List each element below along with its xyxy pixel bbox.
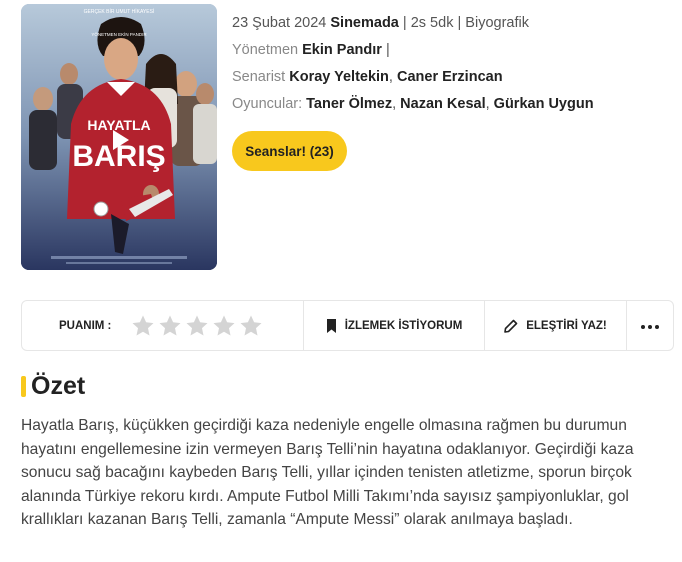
genre[interactable]: Biyografik <box>465 15 529 31</box>
more-dots-icon <box>641 320 659 332</box>
review-label: ELEŞTİRİ YAZ! <box>526 319 607 332</box>
cast-name[interactable]: Gürkan Uygun <box>494 96 594 112</box>
watchlist-button[interactable]: İZLEMEK İSTİYORUM <box>304 301 485 350</box>
star-icon[interactable] <box>131 314 155 338</box>
writer-name[interactable]: Caner Erzincan <box>397 69 503 85</box>
movie-info: 23 Şubat 2024 Sinemada | 2s 5dk | Biyogr… <box>232 10 594 118</box>
director-label: Yönetmen <box>232 42 299 58</box>
summary-text: Hayatla Barış, küçükken geçirdiği kaza n… <box>21 417 634 529</box>
cast-label: Oyuncular: <box>232 96 303 112</box>
status-label[interactable]: Sinemada <box>330 15 399 31</box>
rating-stars <box>131 314 263 338</box>
write-review-button[interactable]: ELEŞTİRİ YAZ! <box>485 301 627 350</box>
summary-heading: Özet <box>21 372 85 401</box>
meta-line: 23 Şubat 2024 Sinemada | 2s 5dk | Biyogr… <box>232 15 529 31</box>
star-icon[interactable] <box>158 314 182 338</box>
star-icon[interactable] <box>239 314 263 338</box>
watchlist-label: İZLEMEK İSTİYORUM <box>344 319 463 332</box>
rating-label: PUANIM : <box>59 319 112 332</box>
cast-name[interactable]: Taner Ölmez <box>306 96 392 112</box>
pencil-icon <box>504 319 518 333</box>
star-icon[interactable] <box>212 314 236 338</box>
cast-line: Oyuncular: Taner Ölmez, Nazan Kesal, Gür… <box>232 96 594 112</box>
more-options-button[interactable] <box>627 301 673 350</box>
poster-title-line1: HAYATLA <box>87 117 150 133</box>
sessions-button[interactable]: Seanslar! (23) <box>232 131 347 171</box>
duration: 2s 5dk <box>410 15 454 31</box>
rating-section: PUANIM : <box>22 301 304 350</box>
action-bar: PUANIM : İZLEMEK İSTİYORUM ELEŞTİRİ YAZ! <box>21 300 674 351</box>
writer-line: Senarist Koray Yeltekin, Caner Erzincan <box>232 69 503 85</box>
star-icon[interactable] <box>185 314 209 338</box>
writer-label: Senarist <box>232 69 286 85</box>
director-line: Yönetmen Ekin Pandır | <box>232 42 390 58</box>
movie-poster[interactable]: HAYATLA BARIŞ GERÇEK BİR UMUT HİKAYESİ Y… <box>21 4 217 270</box>
poster-director-credit: YÖNETMEN EKİN PANDIR <box>91 31 147 37</box>
writer-name[interactable]: Koray Yeltekin <box>289 69 389 85</box>
cast-name[interactable]: Nazan Kesal <box>400 96 485 112</box>
summary-title: Özet <box>31 372 86 400</box>
bookmark-icon <box>326 318 337 333</box>
release-date: 23 Şubat 2024 <box>232 15 327 31</box>
director-name[interactable]: Ekin Pandır <box>302 42 382 58</box>
heading-accent-bar <box>21 376 26 397</box>
poster-tagline: GERÇEK BİR UMUT HİKAYESİ <box>84 8 155 15</box>
